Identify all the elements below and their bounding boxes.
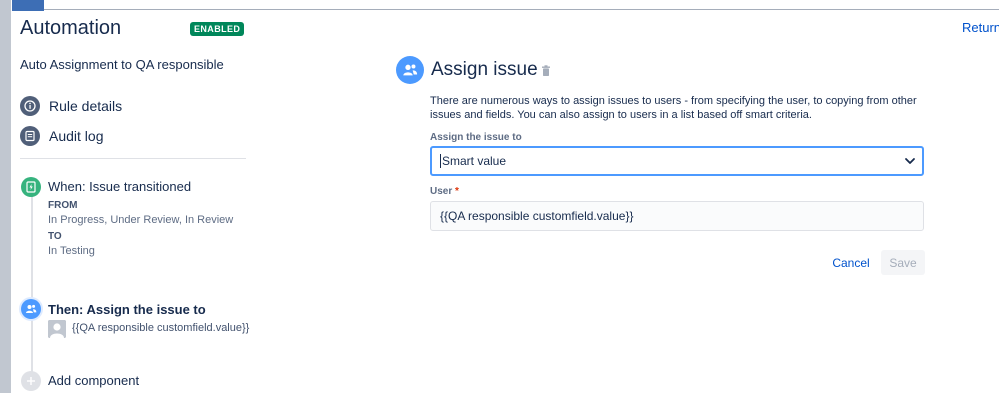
assign-field-label: Assign the issue to [430, 132, 522, 143]
save-button[interactable]: Save [881, 250, 925, 275]
sidebar-item-audit-log[interactable]: Audit log [20, 126, 103, 146]
trigger-to-value: In Testing [48, 245, 95, 257]
sidebar-item-label: Audit log [49, 128, 104, 144]
required-marker: * [455, 186, 459, 197]
assign-user-icon[interactable] [21, 299, 41, 319]
top-border [44, 9, 999, 10]
add-icon[interactable] [21, 371, 41, 391]
return-link[interactable]: Return [962, 20, 999, 35]
avatar [48, 320, 66, 338]
top-tab-indicator[interactable] [12, 0, 44, 11]
trigger-from-value: In Progress, Under Review, In Review [48, 214, 234, 226]
trigger-title[interactable]: When: Issue transitioned [48, 179, 191, 194]
panel-title: Assign issue [431, 59, 538, 80]
info-icon [20, 96, 40, 116]
action-title[interactable]: Then: Assign the issue to [48, 302, 206, 317]
assign-issue-icon [396, 56, 424, 84]
user-input[interactable]: {{QA responsible customfield.value}} [430, 201, 924, 231]
text-cursor [440, 154, 441, 168]
user-input-value: {{QA responsible customfield.value}} [440, 209, 634, 223]
list-icon [20, 126, 40, 146]
trigger-to-label: TO [48, 231, 62, 242]
action-value: {{QA responsible customfield.value}} [72, 322, 250, 334]
panel-description: There are numerous ways to assign issues… [430, 95, 917, 121]
window-left-edge [0, 0, 11, 393]
rule-timeline-line [31, 196, 33, 376]
add-component-link[interactable]: Add component [48, 373, 139, 388]
chevron-down-icon[interactable] [904, 155, 916, 170]
trigger-from-label: FROM [48, 200, 78, 211]
cancel-button[interactable]: Cancel [827, 251, 875, 275]
sidebar-item-rule-details[interactable]: Rule details [20, 96, 122, 116]
sidebar-divider [20, 158, 246, 159]
assign-select[interactable]: Smart value [430, 146, 924, 176]
user-field-label: User * [430, 186, 459, 197]
assign-select-value: Smart value [442, 154, 507, 168]
trigger-icon[interactable] [21, 177, 41, 197]
rule-name: Auto Assignment to QA responsible [20, 57, 224, 72]
status-badge: ENABLED [190, 22, 245, 36]
trash-icon[interactable] [541, 64, 551, 82]
page-title: Automation [20, 17, 122, 39]
sidebar-item-label: Rule details [49, 98, 123, 114]
user-label-text: User [430, 186, 453, 197]
